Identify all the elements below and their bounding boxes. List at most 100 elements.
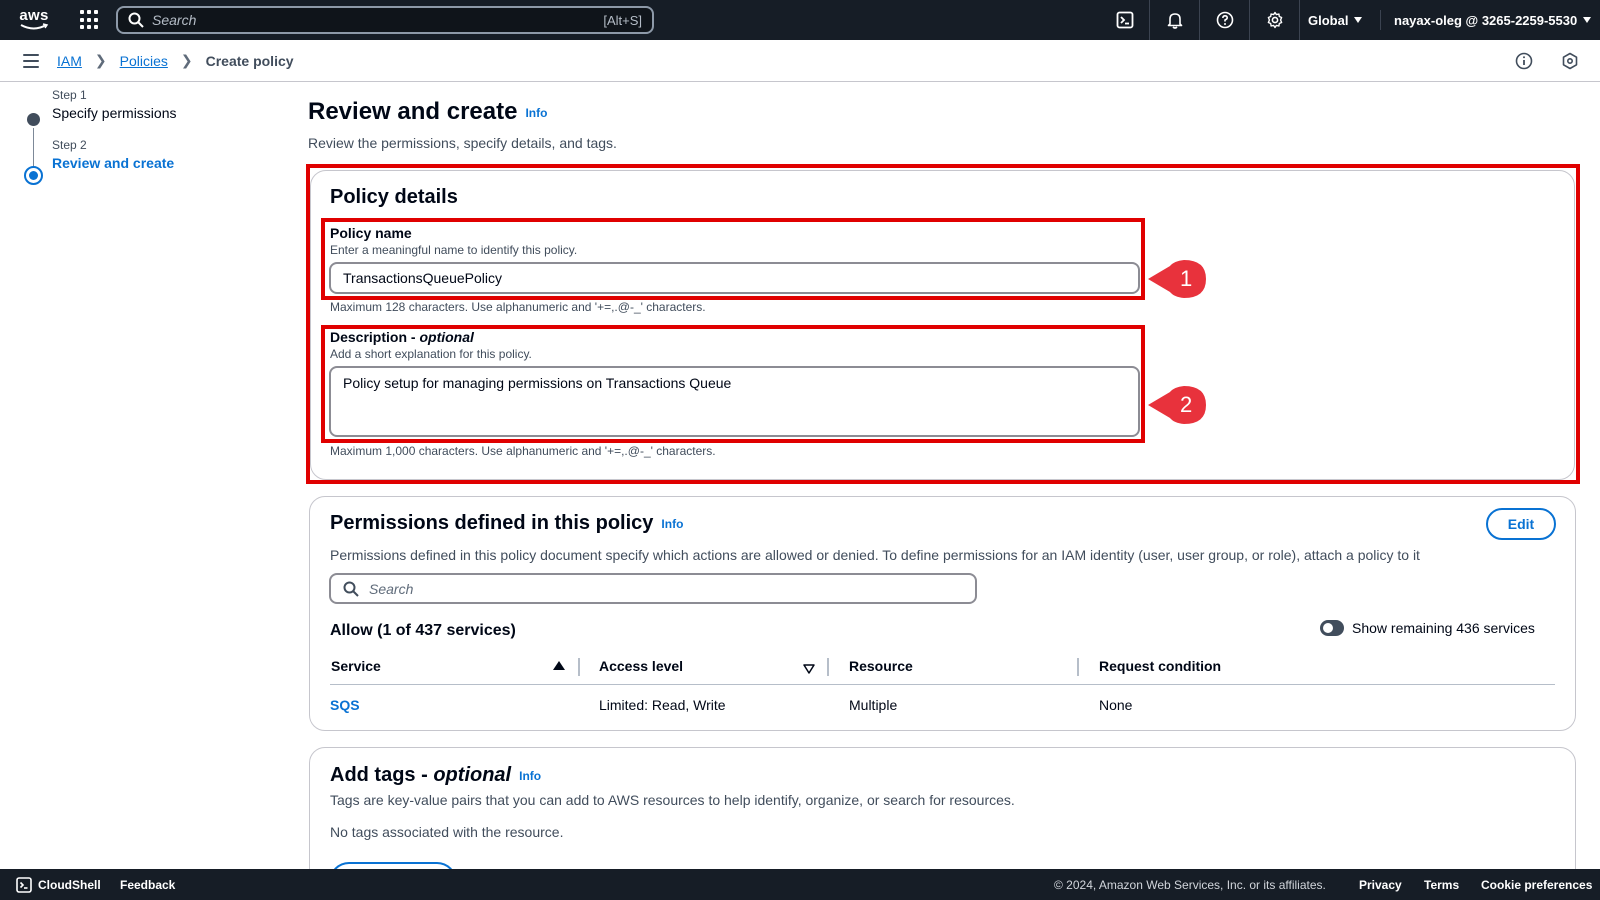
breadcrumb-policies[interactable]: Policies <box>120 53 168 69</box>
show-remaining-toggle[interactable] <box>1320 620 1344 636</box>
terms-link[interactable]: Terms <box>1424 878 1459 892</box>
nav-divider <box>1380 10 1381 30</box>
permissions-search-input[interactable]: Search <box>329 573 977 604</box>
wizard-steps: Step 1 Specify permissions Step 2 Review… <box>24 88 274 185</box>
tags-description: Tags are key-value pairs that you can ad… <box>330 792 1015 808</box>
page-info-link[interactable]: Info <box>525 106 547 120</box>
tags-heading-optional: optional <box>433 764 512 786</box>
description-value: Policy setup for managing permissions on… <box>343 375 732 391</box>
global-search-input[interactable]: Search [Alt+S] <box>116 6 654 34</box>
column-header-resource[interactable]: Resource <box>849 658 913 674</box>
help-button[interactable] <box>1200 0 1250 40</box>
tags-info-link[interactable]: Info <box>519 769 541 783</box>
access-level-cell: Limited: Read, Write <box>599 697 726 713</box>
chevron-right-icon: ❯ <box>94 52 107 68</box>
page-title: Review and create Info <box>308 98 547 126</box>
request-condition-cell: None <box>1099 697 1133 713</box>
policy-name-description: Enter a meaningful name to identify this… <box>330 243 578 257</box>
callout-number-1: 1 <box>1180 266 1193 291</box>
tags-heading: Add tags - optional Info <box>330 764 541 787</box>
description-label: Description - optional <box>330 329 532 345</box>
terminal-icon <box>16 876 32 893</box>
permissions-heading-text: Permissions defined in this policy <box>330 512 654 534</box>
policy-details-heading: Policy details <box>330 186 458 208</box>
policy-name-constraint: Maximum 128 characters. Use alphanumeric… <box>330 300 706 314</box>
menu-icon[interactable] <box>23 53 39 68</box>
policy-name-value: TransactionsQueuePolicy <box>343 270 503 286</box>
account-menu[interactable]: nayax-oleg @ 3265-2259-5530 <box>1394 0 1592 40</box>
feedback-link[interactable]: Feedback <box>120 878 175 892</box>
step-connector <box>33 128 34 166</box>
description-field: Description - optional Add a short expla… <box>330 329 532 361</box>
description-label-text: Description - <box>330 329 420 345</box>
sort-ascending-icon[interactable] <box>553 661 565 670</box>
page-title-text: Review and create <box>308 98 518 125</box>
policy-name-field: Policy name Enter a meaningful name to i… <box>330 225 577 257</box>
callout-marker-2: 2 <box>1146 384 1208 426</box>
nav-icon-group <box>1100 0 1300 40</box>
tags-heading-text: Add tags - <box>330 764 434 786</box>
region-selector[interactable]: Global <box>1308 0 1363 40</box>
services-menu-icon[interactable] <box>80 10 100 30</box>
cloudshell-footer-button[interactable]: CloudShell <box>16 869 101 900</box>
column-header-service[interactable]: Service <box>331 658 381 674</box>
description-hint: Add a short explanation for this policy. <box>330 347 532 361</box>
allow-title: Allow (1 of 437 services) <box>330 622 516 639</box>
step-1-title[interactable]: Specify permissions <box>52 105 274 121</box>
callout-shape <box>1148 386 1206 424</box>
show-remaining-label: Show remaining 436 services <box>1352 620 1535 636</box>
help-icon <box>1216 11 1233 29</box>
console-footer: CloudShell Feedback © 2024, Amazon Web S… <box>0 869 1600 900</box>
callout-number-2: 2 <box>1180 392 1193 417</box>
column-header-request-condition[interactable]: Request condition <box>1099 658 1221 674</box>
policy-name-input[interactable]: TransactionsQueuePolicy <box>329 262 1140 294</box>
service-link-sqs[interactable]: SQS <box>330 697 360 713</box>
q-assistant-button[interactable] <box>1560 51 1580 71</box>
search-icon <box>343 581 359 597</box>
resource-cell: Multiple <box>849 697 898 713</box>
description-label-optional: optional <box>419 329 474 345</box>
search-icon <box>128 12 144 28</box>
table-header-divider <box>330 684 1555 685</box>
copyright-text: © 2024, Amazon Web Services, Inc. or its… <box>1054 877 1326 892</box>
bell-icon <box>1167 13 1182 29</box>
edit-button[interactable]: Edit <box>1486 508 1556 540</box>
sort-descending-icon[interactable] <box>803 661 815 679</box>
column-divider[interactable] <box>578 658 580 676</box>
policy-name-label: Policy name <box>330 225 412 241</box>
terminal-icon <box>1116 11 1133 29</box>
cloudshell-button[interactable] <box>1100 0 1150 40</box>
aws-logo[interactable]: aws <box>16 5 52 35</box>
step-2-title: Review and create <box>52 155 175 171</box>
breadcrumb-current: Create policy <box>205 52 294 69</box>
notifications-button[interactable] <box>1150 0 1200 40</box>
chevron-right-icon: ❯ <box>180 52 193 68</box>
permissions-search-placeholder: Search <box>369 580 414 597</box>
info-icon <box>1515 52 1533 70</box>
hexagon-icon <box>1562 52 1578 70</box>
aws-logo-text: aws <box>19 7 49 24</box>
callout-shape <box>1148 260 1206 298</box>
column-divider[interactable] <box>1077 658 1079 676</box>
column-header-access-level[interactable]: Access level <box>599 658 683 674</box>
permissions-description: Permissions defined in this policy docum… <box>330 547 1420 563</box>
breadcrumb-bar: IAM ❯ Policies ❯ Create policy <box>0 40 1600 82</box>
region-label: Global <box>1308 12 1349 28</box>
step-2-indicator <box>24 166 43 185</box>
permissions-heading: Permissions defined in this policy Info <box>330 512 683 535</box>
chevron-down-icon <box>1354 17 1363 23</box>
column-divider[interactable] <box>827 658 829 676</box>
privacy-link[interactable]: Privacy <box>1359 878 1402 892</box>
settings-button[interactable] <box>1250 0 1300 40</box>
tags-empty-message: No tags associated with the resource. <box>330 824 564 840</box>
description-textarea[interactable]: Policy setup for managing permissions on… <box>329 366 1140 437</box>
search-shortcut: [Alt+S] <box>603 12 642 28</box>
account-label: nayax-oleg @ 3265-2259-5530 <box>1394 12 1578 28</box>
chevron-down-icon <box>1583 17 1592 23</box>
breadcrumb-iam[interactable]: IAM <box>57 53 82 69</box>
breadcrumb: IAM ❯ Policies ❯ Create policy <box>57 52 294 69</box>
permissions-info-link[interactable]: Info <box>661 517 683 531</box>
cookie-preferences-link[interactable]: Cookie preferences <box>1481 878 1592 892</box>
info-panel-button[interactable] <box>1514 51 1534 71</box>
breadcrumb-tools <box>1514 40 1580 82</box>
